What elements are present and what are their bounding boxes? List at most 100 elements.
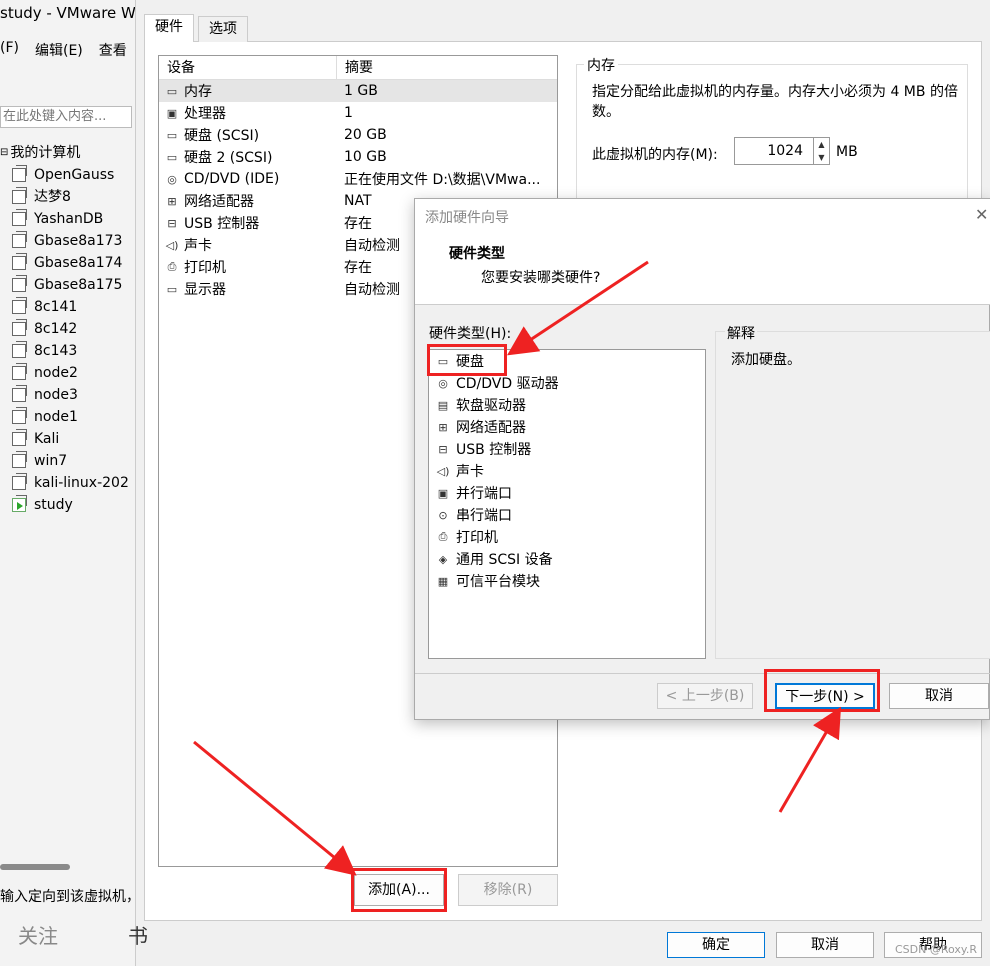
- tree-item-vm[interactable]: win7: [0, 450, 135, 472]
- vmware-main-window: study - VMware W (F) 编辑(E) 查看 在此处键入内容...…: [0, 0, 140, 966]
- tree-item-vm[interactable]: YashanDB: [0, 208, 135, 230]
- library-search-input[interactable]: 在此处键入内容...: [0, 106, 132, 128]
- cancel-button[interactable]: 取消: [776, 932, 874, 958]
- hardware-type-label: 硬件类型(H):: [429, 326, 512, 342]
- collapse-icon[interactable]: ⊟: [0, 142, 8, 164]
- device-table-header: 设备 摘要: [159, 56, 557, 80]
- memory-spinner[interactable]: ▲ ▼: [814, 137, 830, 165]
- hardware-type-item[interactable]: ⊟ USB 控制器: [429, 438, 705, 460]
- tree-item-vm[interactable]: 8c142: [0, 318, 135, 340]
- hardware-type-label: 可信平台模块: [456, 574, 540, 590]
- tree-item-label: 8c143: [34, 343, 78, 359]
- vm-list: OpenGauss 达梦8 YashanDB Gbase8a173 Gbase8a174…: [0, 164, 135, 516]
- vm-icon: [12, 385, 27, 402]
- device-row[interactable]: ▭ 硬盘 (SCSI) 20 GB: [159, 124, 557, 146]
- hardware-type-label: 并行端口: [456, 486, 512, 502]
- wizard-cancel-button[interactable]: 取消: [889, 683, 989, 709]
- hardware-type-label: 软盘驱动器: [456, 398, 526, 414]
- tree-root-my-computer[interactable]: ⊟ 我的计算机: [0, 142, 135, 164]
- tree-item-vm[interactable]: node2: [0, 362, 135, 384]
- tree-item-vm[interactable]: study: [0, 494, 135, 516]
- hardware-type-label: USB 控制器: [456, 442, 532, 458]
- watermark: CSDN @Roxy.R: [895, 943, 977, 956]
- horizontal-scrollbar[interactable]: [0, 864, 70, 870]
- tree-item-label: kali-linux-202: [34, 475, 129, 491]
- device-column-header[interactable]: 设备: [159, 56, 337, 79]
- device-name: USB 控制器: [184, 216, 260, 232]
- hardware-type-item[interactable]: ◈ 通用 SCSI 设备: [429, 548, 705, 570]
- menu-file[interactable]: (F): [0, 40, 19, 60]
- hardware-type-item[interactable]: ⊞ 网络适配器: [429, 416, 705, 438]
- tree-item-label: node2: [34, 365, 78, 381]
- parallel-port-icon: ▣: [437, 486, 449, 500]
- window-title: study - VMware W: [0, 4, 136, 22]
- printer-icon: ⎙: [438, 530, 448, 543]
- tree-item-vm[interactable]: 达梦8: [0, 186, 135, 208]
- tree-item-vm[interactable]: kali-linux-202: [0, 472, 135, 494]
- device-name: 显示器: [184, 282, 226, 298]
- tree-item-vm[interactable]: Gbase8a174: [0, 252, 135, 274]
- tree-item-vm[interactable]: Gbase8a175: [0, 274, 135, 296]
- device-name: 内存: [184, 84, 212, 100]
- back-button[interactable]: < 上一步(B): [657, 683, 753, 709]
- tree-item-vm[interactable]: 8c141: [0, 296, 135, 318]
- tree-item-label: Kali: [34, 431, 60, 447]
- tree-item-label: Gbase8a175: [34, 277, 123, 293]
- remove-hardware-button[interactable]: 移除(R): [458, 874, 558, 906]
- device-name: 处理器: [184, 106, 226, 122]
- spin-down-icon[interactable]: ▼: [814, 151, 829, 164]
- tab-hardware[interactable]: 硬件: [144, 14, 194, 42]
- tree-item-vm[interactable]: Gbase8a173: [0, 230, 135, 252]
- device-row[interactable]: ◎ CD/DVD (IDE) 正在使用文件 D:\数据\VMwa...: [159, 168, 557, 190]
- memory-group-title: 内存: [584, 55, 618, 75]
- tree-item-vm[interactable]: OpenGauss: [0, 164, 135, 186]
- hardware-type-list[interactable]: ▭ 硬盘 ◎ CD/DVD 驱动器 ▤ 软盘驱动器 ⊞ 网络适配器 ⊟ USB 控制器 ◁) 声卡 ▣ 并…: [428, 349, 706, 659]
- wizard-subheading: 您要安装哪类硬件?: [481, 270, 601, 286]
- vm-icon: [12, 451, 27, 468]
- explanation-label: 解释: [725, 323, 757, 343]
- hardware-type-item[interactable]: ▣ 并行端口: [429, 482, 705, 504]
- hardware-type-item[interactable]: ▤ 软盘驱动器: [429, 394, 705, 416]
- close-icon[interactable]: ✕: [975, 205, 988, 224]
- vm-icon: [12, 297, 27, 314]
- tab-options[interactable]: 选项: [198, 16, 248, 42]
- highlight-next-button: [764, 669, 880, 712]
- device-row[interactable]: ▭ 硬盘 2 (SCSI) 10 GB: [159, 146, 557, 168]
- ok-button[interactable]: 确定: [667, 932, 765, 958]
- tree-item-vm[interactable]: 8c143: [0, 340, 135, 362]
- vm-icon: [12, 165, 27, 182]
- vm-icon: [12, 275, 27, 292]
- tree-item-label: YashanDB: [34, 211, 104, 227]
- device-row[interactable]: ▣ 处理器 1: [159, 102, 557, 124]
- hardware-type-label: CD/DVD 驱动器: [456, 376, 559, 392]
- device-name: 硬盘 (SCSI): [184, 128, 260, 144]
- hard-disk-icon: ▭: [166, 150, 178, 164]
- memory-size-input[interactable]: 1024: [734, 137, 814, 165]
- spin-up-icon[interactable]: ▲: [814, 138, 829, 151]
- extra-label: 书: [128, 924, 148, 948]
- tree-item-vm[interactable]: node1: [0, 406, 135, 428]
- explanation-group: [715, 331, 990, 659]
- tree-item-vm[interactable]: Kali: [0, 428, 135, 450]
- display-icon: ▭: [166, 282, 178, 296]
- tree-item-vm[interactable]: node3: [0, 384, 135, 406]
- vm-icon: [12, 231, 27, 248]
- hardware-type-item[interactable]: ▦ 可信平台模块: [429, 570, 705, 592]
- tree-item-label: 达梦8: [34, 189, 71, 205]
- cpu-icon: ▣: [166, 106, 178, 120]
- device-row[interactable]: ▭ 内存 1 GB: [159, 80, 557, 102]
- summary-column-header[interactable]: 摘要: [337, 56, 373, 79]
- menu-view[interactable]: 查看: [99, 40, 127, 60]
- follow-label: 关注: [18, 924, 58, 948]
- hardware-type-item[interactable]: ⎙ 打印机: [429, 526, 705, 548]
- tree-item-label: Gbase8a174: [34, 255, 123, 271]
- tree-item-label: 8c142: [34, 321, 78, 337]
- tree-item-label: node3: [34, 387, 78, 403]
- device-name: 打印机: [184, 260, 226, 276]
- menu-edit[interactable]: 编辑(E): [35, 40, 83, 60]
- hardware-type-item[interactable]: ◁) 声卡: [429, 460, 705, 482]
- usb-icon: ⊟: [167, 216, 177, 230]
- hardware-type-item[interactable]: ⊙ 串行端口: [429, 504, 705, 526]
- cd-dvd-icon: ◎: [438, 376, 448, 390]
- device-summary: 1 GB: [344, 83, 378, 99]
